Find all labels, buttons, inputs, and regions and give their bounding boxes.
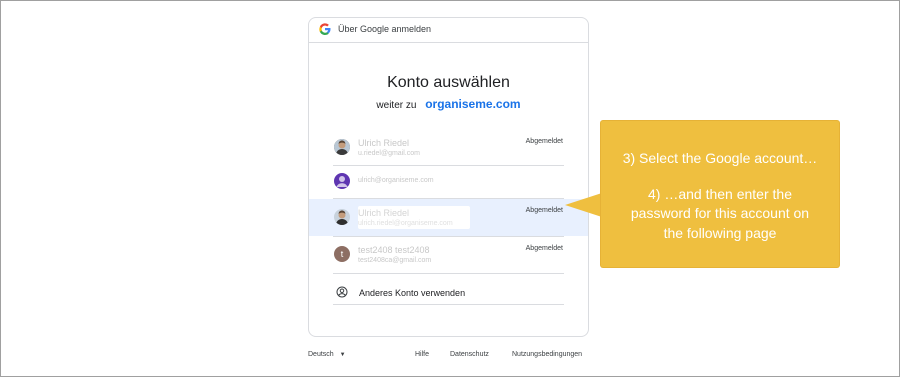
account-email: ulrich.riedel@organiseme.com xyxy=(358,220,453,227)
avatar xyxy=(334,209,350,225)
help-link[interactable]: Hilfe xyxy=(415,351,429,358)
account-row[interactable]: Ulrich Riedel u.riedel@gmail.com Abgemel… xyxy=(309,131,588,164)
account-status: Abgemeldet xyxy=(525,245,563,252)
account-name: Ulrich Riedel xyxy=(358,208,410,218)
account-status: Abgemeldet xyxy=(525,207,563,214)
page-title: Konto auswählen xyxy=(387,74,510,91)
google-logo-icon xyxy=(319,23,331,35)
callout-arrow xyxy=(565,192,605,218)
privacy-link[interactable]: Datenschutz xyxy=(450,351,489,358)
language-selector[interactable]: Deutsch ▼ xyxy=(308,351,346,358)
account-chooser-card: Über Google anmelden Konto auswählen wei… xyxy=(308,17,589,337)
account-row-selected[interactable]: Ulrich Riedel ulrich.riedel@organiseme.c… xyxy=(309,199,588,236)
language-label: Deutsch xyxy=(308,351,334,358)
account-email: test2408ca@gmail.com xyxy=(358,257,432,264)
avatar xyxy=(334,139,350,155)
account-email: u.riedel@gmail.com xyxy=(358,150,420,157)
subtitle: weiter zu organiseme.com xyxy=(309,97,588,111)
callout-line-3: password for this account on xyxy=(630,205,810,221)
callout-line-4: the following page xyxy=(663,225,777,241)
divider xyxy=(333,273,564,274)
divider xyxy=(333,304,564,305)
instruction-callout: 3) Select the Google account… 4) …and th… xyxy=(601,121,839,267)
card-header: Über Google anmelden xyxy=(309,18,588,43)
subtitle-prefix: weiter zu xyxy=(376,100,417,111)
caret-down-icon: ▼ xyxy=(339,352,346,358)
terms-link[interactable]: Nutzungsbedingungen xyxy=(512,351,582,358)
avatar xyxy=(334,173,350,189)
account-row[interactable]: ulrich@organiseme.com xyxy=(309,166,588,199)
account-row[interactable]: t test2408 test2408 test2408ca@gmail.com… xyxy=(309,237,588,273)
site-link[interactable]: organiseme.com xyxy=(425,97,520,111)
account-name: test2408 test2408 xyxy=(358,245,430,255)
account-circle-icon xyxy=(336,286,348,298)
callout-line-2: 4) …and then enter the xyxy=(648,186,792,202)
use-another-account-button[interactable]: Anderes Konto verwenden xyxy=(309,279,588,307)
avatar: t xyxy=(334,246,350,262)
account-email: ulrich@organiseme.com xyxy=(358,177,434,184)
callout-line-1: 3) Select the Google account… xyxy=(622,150,818,166)
account-status: Abgemeldet xyxy=(525,138,563,145)
header-text: Über Google anmelden xyxy=(338,24,432,34)
use-another-account-label: Anderes Konto verwenden xyxy=(359,288,466,298)
account-name: Ulrich Riedel xyxy=(358,138,410,148)
